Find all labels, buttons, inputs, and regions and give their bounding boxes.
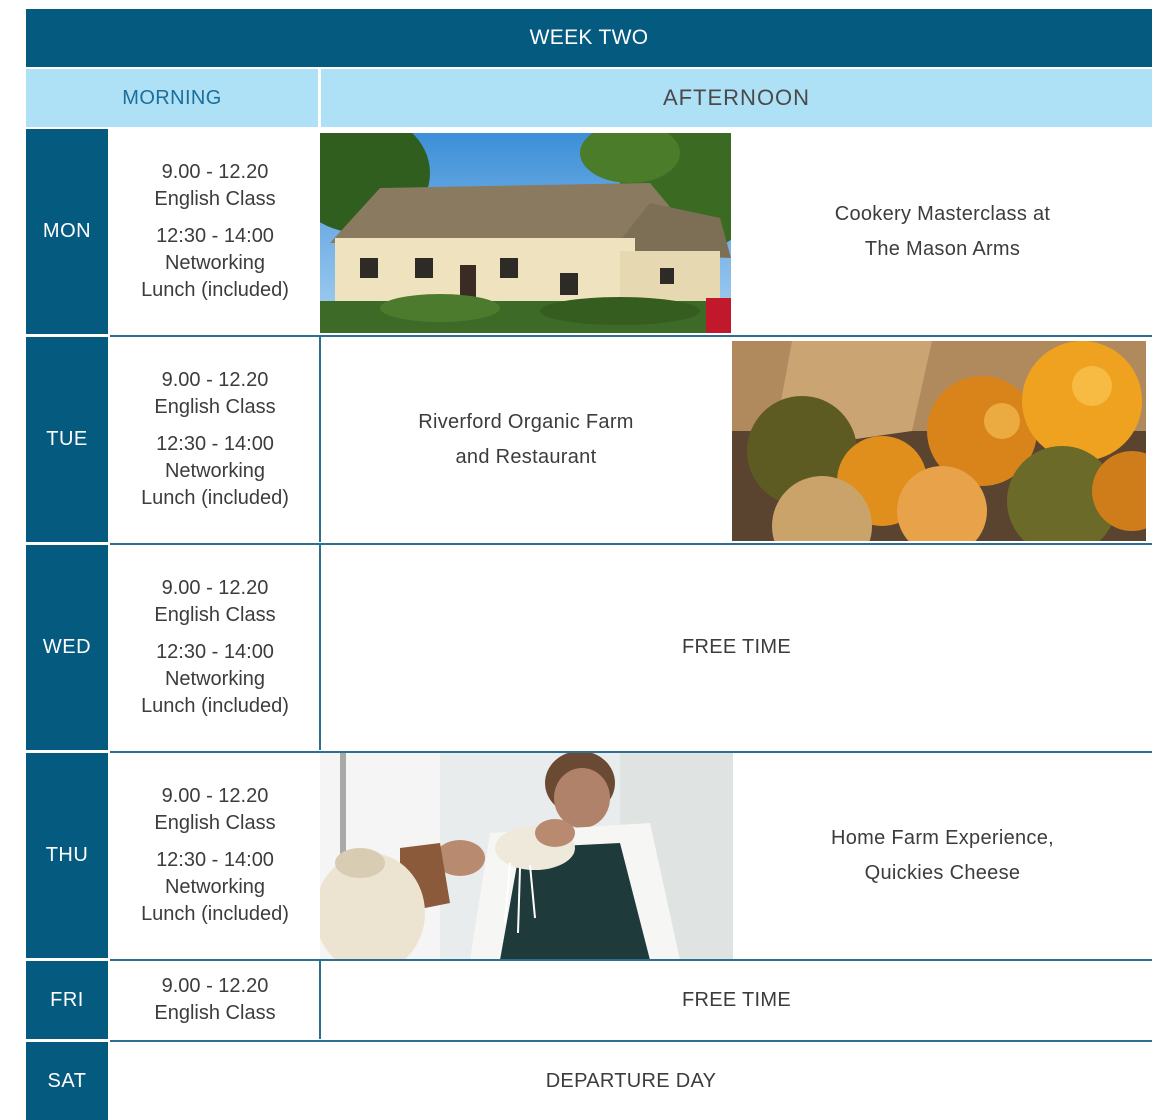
morning-cell-wed: 9.00 - 12.20 English Class 12:30 - 14:00…: [110, 545, 320, 750]
afternoon-cell-thu: Home Farm Experience, Quickies Cheese: [733, 753, 1152, 958]
lunch-label: Networking: [164, 876, 266, 898]
day-label-fri: FRI: [26, 961, 108, 1039]
class-time: 9.00 - 12.20: [161, 369, 269, 391]
activity-line: Quickies Cheese: [864, 861, 1021, 884]
cheesemaker-photo: [320, 753, 733, 960]
class-time: 9.00 - 12.20: [161, 161, 269, 183]
afternoon-cell-tue: Riverford Organic Farm and Restaurant: [321, 337, 731, 542]
lunch-note: Lunch (included): [141, 903, 289, 925]
lunch-label: Networking: [164, 252, 266, 274]
activity-line: Home Farm Experience,: [830, 826, 1055, 849]
afternoon-cell-sat: DEPARTURE DAY: [110, 1042, 1152, 1120]
activity-line: The Mason Arms: [864, 237, 1021, 260]
morning-cell-thu: 9.00 - 12.20 English Class 12:30 - 14:00…: [110, 753, 320, 958]
afternoon-column-header: AFTERNOON: [321, 69, 1152, 127]
activity-line: FREE TIME: [681, 988, 791, 1011]
lunch-label: Networking: [164, 460, 266, 482]
afternoon-cell-fri: FREE TIME: [321, 961, 1152, 1039]
morning-cell-tue: 9.00 - 12.20 English Class 12:30 - 14:00…: [110, 337, 320, 542]
class-name: English Class: [154, 396, 276, 418]
day-label-tue: TUE: [26, 337, 108, 542]
day-label-sat: SAT: [26, 1042, 108, 1120]
activity-line: Riverford Organic Farm: [418, 410, 634, 433]
lunch-label: Networking: [164, 668, 266, 690]
class-time: 9.00 - 12.20: [161, 577, 269, 599]
class-name: English Class: [154, 604, 276, 626]
day-label-mon: MON: [26, 129, 108, 334]
thatched-pub-photo: [320, 133, 731, 333]
activity-line: Cookery Masterclass at: [834, 202, 1051, 225]
lunch-time: 12:30 - 14:00: [156, 641, 274, 663]
class-time: 9.00 - 12.20: [161, 785, 269, 807]
lunch-time: 12:30 - 14:00: [156, 225, 274, 247]
activity-line: DEPARTURE DAY: [545, 1069, 717, 1092]
morning-column-header: MORNING: [26, 69, 318, 127]
class-time: 9.00 - 12.20: [161, 975, 269, 997]
lunch-time: 12:30 - 14:00: [156, 849, 274, 871]
class-name: English Class: [154, 812, 276, 834]
activity-line: and Restaurant: [455, 445, 597, 468]
lunch-note: Lunch (included): [141, 279, 289, 301]
afternoon-cell-mon: Cookery Masterclass at The Mason Arms: [733, 129, 1152, 334]
activity-line: FREE TIME: [681, 636, 791, 658]
lunch-note: Lunch (included): [141, 487, 289, 509]
lunch-note: Lunch (included): [141, 695, 289, 717]
class-name: English Class: [154, 1002, 276, 1024]
day-label-thu: THU: [26, 753, 108, 958]
week-title: WEEK TWO: [26, 9, 1152, 67]
morning-cell-mon: 9.00 - 12.20 English Class 12:30 - 14:00…: [110, 129, 320, 334]
day-label-wed: WED: [26, 545, 108, 750]
lunch-time: 12:30 - 14:00: [156, 433, 274, 455]
afternoon-cell-wed: FREE TIME: [321, 545, 1152, 750]
class-name: English Class: [154, 188, 276, 210]
apples-photo: [732, 341, 1146, 541]
morning-cell-fri: 9.00 - 12.20 English Class: [110, 961, 320, 1039]
